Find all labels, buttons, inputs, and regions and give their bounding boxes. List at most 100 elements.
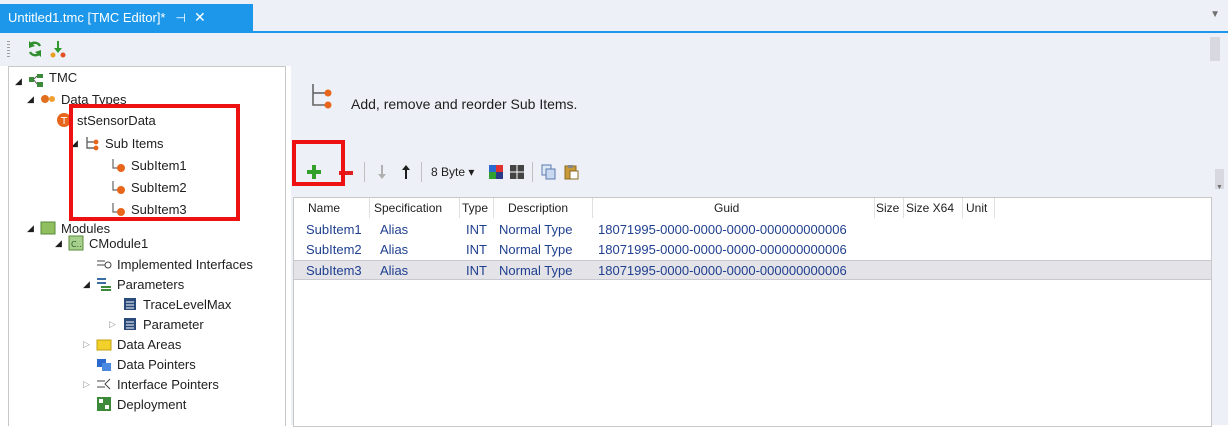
column-header-description[interactable]: Description xyxy=(508,198,568,218)
tree-node-data-pointers[interactable]: Data Pointers xyxy=(95,356,196,372)
tree-label: TMC xyxy=(49,69,78,85)
tree-node-subitem3[interactable]: SubItem3 xyxy=(109,201,187,217)
sub-items-icon xyxy=(83,135,101,151)
column-header-unit[interactable]: Unit xyxy=(966,198,987,218)
collapsed-arrow-icon[interactable]: ▷ xyxy=(83,339,95,350)
cell-type: INT xyxy=(466,263,487,278)
add-sub-item-button[interactable] xyxy=(304,162,324,182)
tree-node-data-types[interactable]: ◢ Data Types xyxy=(27,91,127,107)
tree-label: Parameters xyxy=(117,276,185,292)
tmc-icon xyxy=(27,73,45,89)
paste-icon[interactable] xyxy=(562,162,580,182)
data-pointers-icon xyxy=(95,356,113,372)
expanded-arrow-icon[interactable]: ◢ xyxy=(27,94,39,105)
column-divider xyxy=(459,198,460,218)
tree-node-modules[interactable]: ◢ Modules xyxy=(27,220,110,236)
cell-name: SubItem1 xyxy=(306,222,362,237)
align-color-icon[interactable] xyxy=(487,162,505,182)
column-divider xyxy=(592,198,593,218)
toolbar-grip[interactable] xyxy=(7,41,10,59)
expanded-arrow-icon[interactable]: ◢ xyxy=(27,223,39,234)
tree-label: Deployment xyxy=(117,396,187,412)
collapsed-arrow-icon[interactable]: ▷ xyxy=(83,379,95,390)
column-divider xyxy=(874,198,875,218)
tree-label: Sub Items xyxy=(105,135,164,151)
tree-label: SubItem1 xyxy=(131,157,187,173)
expanded-arrow-icon[interactable]: ◢ xyxy=(55,238,67,249)
tree-node-parameters[interactable]: ◢ Parameters xyxy=(83,276,184,292)
deployment-icon xyxy=(95,396,113,412)
copy-icon[interactable] xyxy=(540,162,558,182)
tab-title: Untitled1.tmc [TMC Editor]* xyxy=(8,10,166,25)
tree-node-tmc[interactable]: ◢ TMC xyxy=(15,69,78,89)
document-tab-bar: Untitled1.tmc [TMC Editor]* ⊣ ✕ ▼ xyxy=(0,0,1228,31)
panel-heading: Add, remove and reorder Sub Items. xyxy=(351,96,578,112)
tree-label: Data Pointers xyxy=(117,356,196,372)
column-divider xyxy=(994,198,995,218)
document-tab[interactable]: Untitled1.tmc [TMC Editor]* ⊣ ✕ xyxy=(0,4,253,31)
sub-item-icon xyxy=(109,201,127,217)
table-row-selected[interactable]: SubItem3 Alias INT Normal Type 18071995-… xyxy=(294,260,1211,280)
grid-layout-icon[interactable] xyxy=(508,162,526,182)
tree-label: Interface Pointers xyxy=(117,376,219,392)
tree-node-implemented-interfaces[interactable]: Implemented Interfaces xyxy=(95,256,253,272)
cell-specification: Alias xyxy=(380,242,409,257)
remove-sub-item-button[interactable] xyxy=(336,162,356,182)
expanded-arrow-icon[interactable]: ◢ xyxy=(83,279,95,290)
pin-icon[interactable]: ⊣ xyxy=(176,11,186,25)
tree-label: Implemented Interfaces xyxy=(117,256,253,272)
overflow-arrow-icon[interactable]: ▼ xyxy=(1216,184,1223,191)
tree-label: SubItem3 xyxy=(131,201,187,217)
editor-toolbar xyxy=(0,33,1228,66)
tree-node-stsensordata[interactable]: T stSensorData xyxy=(55,112,156,128)
table-row[interactable]: SubItem1 Alias INT Normal Type 18071995-… xyxy=(294,220,1211,240)
tree-node-subitem1[interactable]: SubItem1 xyxy=(109,157,187,173)
byte-alignment-select[interactable]: 8 Byte ▾ xyxy=(431,162,474,182)
tree-node-deployment[interactable]: Deployment xyxy=(95,396,186,412)
tree-label: Parameter xyxy=(143,316,204,332)
cell-type: INT xyxy=(466,242,487,257)
expanded-arrow-icon[interactable]: ◢ xyxy=(15,76,27,87)
move-down-button[interactable] xyxy=(374,162,390,182)
tree-node-data-areas[interactable]: ▷ Data Areas xyxy=(83,336,181,352)
collapsed-arrow-icon[interactable]: ▷ xyxy=(109,319,121,330)
toolbar-separator xyxy=(532,162,533,182)
column-header-size[interactable]: Size xyxy=(876,198,899,218)
cell-name: SubItem2 xyxy=(306,242,362,257)
cell-description: Normal Type xyxy=(499,222,573,237)
tree-node-sub-items[interactable]: ◢ Sub Items xyxy=(71,135,164,151)
tree-node-cmodule1[interactable]: ◢ C.. CModule1 xyxy=(55,235,148,251)
table-row[interactable]: SubItem2 Alias INT Normal Type 18071995-… xyxy=(294,240,1211,260)
interface-icon xyxy=(95,256,113,272)
refresh-icon[interactable] xyxy=(25,39,45,59)
column-header-type[interactable]: Type xyxy=(462,198,488,218)
cell-guid: 18071995-0000-0000-0000-000000000006 xyxy=(598,242,847,257)
tab-overflow-icon[interactable]: ▼ xyxy=(1210,9,1220,20)
tree-node-tracelevelmax[interactable]: TraceLevelMax xyxy=(121,296,231,312)
tree-label: CModule1 xyxy=(89,235,149,251)
cell-specification: Alias xyxy=(380,222,409,237)
tree-node-parameter[interactable]: ▷ Parameter xyxy=(109,316,204,332)
parameter-icon xyxy=(121,296,139,312)
column-header-size-x64[interactable]: Size X64 xyxy=(906,198,954,218)
close-icon[interactable]: ✕ xyxy=(194,9,206,26)
tree-node-interface-pointers[interactable]: ▷ Interface Pointers xyxy=(83,376,219,392)
column-header-guid[interactable]: Guid xyxy=(714,198,739,218)
parameter-icon xyxy=(121,316,139,332)
cell-description: Normal Type xyxy=(499,263,573,278)
move-up-button[interactable] xyxy=(398,162,414,182)
struct-icon: T xyxy=(55,112,73,128)
tree-node-subitem2[interactable]: SubItem2 xyxy=(109,179,187,195)
expanded-arrow-icon[interactable]: ◢ xyxy=(71,138,83,149)
svg-text:C..: C.. xyxy=(71,240,82,249)
tree-label: Data Types xyxy=(61,91,127,107)
merge-icon[interactable] xyxy=(48,39,68,59)
column-header-specification[interactable]: Specification xyxy=(374,198,442,218)
toolbar-separator xyxy=(421,162,422,182)
tree-label: Modules xyxy=(61,220,111,236)
svg-text:T: T xyxy=(60,116,68,127)
column-header-name[interactable]: Name xyxy=(308,198,340,218)
interface-pointers-icon xyxy=(95,376,113,392)
cell-specification: Alias xyxy=(380,263,409,278)
toolbar-scroll[interactable] xyxy=(1210,37,1220,61)
